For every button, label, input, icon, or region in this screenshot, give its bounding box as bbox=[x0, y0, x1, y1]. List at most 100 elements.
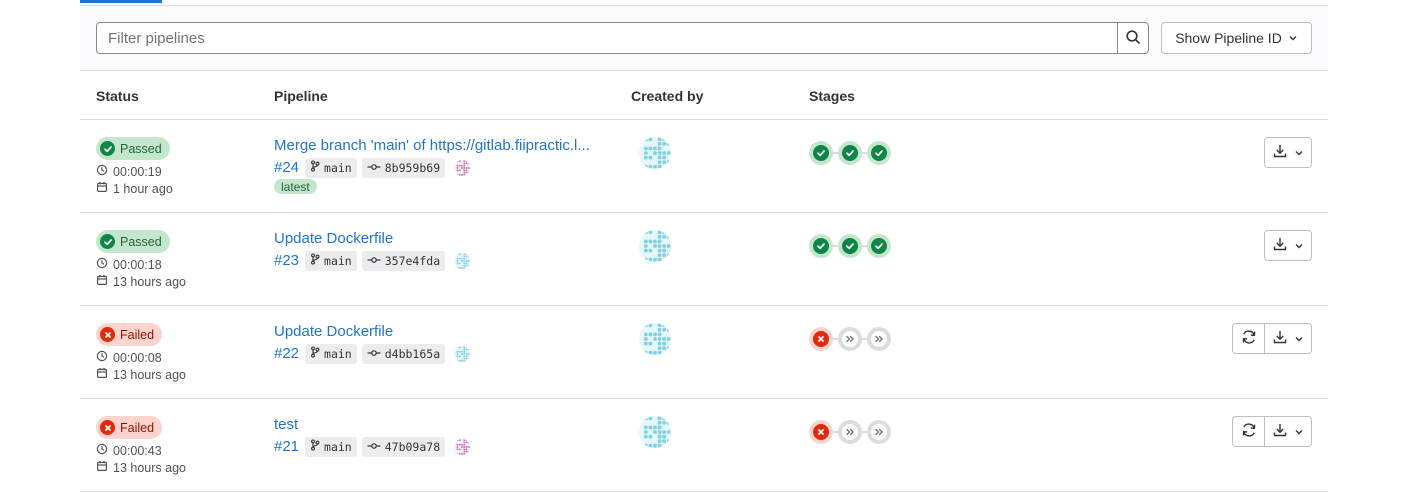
pipeline-stages bbox=[809, 234, 891, 258]
column-header-status: Status bbox=[96, 88, 139, 104]
download-icon bbox=[1272, 236, 1288, 255]
status-success-icon bbox=[871, 238, 887, 254]
retry-icon bbox=[1240, 421, 1258, 442]
download-artifacts-button[interactable] bbox=[1264, 416, 1312, 447]
retry-icon bbox=[1240, 328, 1258, 349]
pipeline-stages bbox=[809, 327, 891, 351]
pipeline-title-link[interactable]: test bbox=[274, 416, 298, 433]
show-pipeline-id-dropdown[interactable]: Show Pipeline ID bbox=[1161, 22, 1312, 54]
branch-ref[interactable]: main bbox=[305, 436, 357, 457]
pipeline-id-link[interactable]: #22 bbox=[274, 345, 299, 362]
dropdown-label: Show Pipeline ID bbox=[1175, 30, 1282, 46]
status-success-icon bbox=[871, 145, 887, 161]
stage-success-button[interactable] bbox=[867, 234, 891, 258]
commit-icon bbox=[367, 161, 381, 175]
pipeline-id-line: #23 main 357e4fda bbox=[274, 250, 471, 271]
pipeline-created: 13 hours ago bbox=[96, 274, 186, 289]
status-success-icon bbox=[842, 145, 858, 161]
commit-sha[interactable]: 8b959b69 bbox=[361, 157, 446, 178]
stage-skipped-button[interactable] bbox=[838, 420, 862, 444]
search-button[interactable] bbox=[1117, 22, 1149, 54]
status-skipped-icon bbox=[842, 424, 858, 440]
status-label: Passed bbox=[120, 234, 162, 249]
chevron-down-icon bbox=[1288, 30, 1298, 46]
status-skipped-icon bbox=[842, 331, 858, 347]
pipeline-title-link[interactable]: Merge branch 'main' of https://gitlab.fi… bbox=[274, 137, 590, 154]
pipeline-row: Passed 00:00:19 1 hour ago Merge branch … bbox=[80, 120, 1328, 213]
commit-sha[interactable]: d4bb165a bbox=[361, 343, 446, 364]
calendar-icon bbox=[96, 460, 108, 475]
stage-success-button[interactable] bbox=[809, 234, 833, 258]
clock-icon bbox=[96, 164, 108, 179]
stage-failed-button[interactable] bbox=[809, 327, 833, 351]
pipeline-title-link[interactable]: Update Dockerfile bbox=[274, 230, 393, 247]
branch-icon bbox=[310, 160, 320, 175]
pipeline-duration: 00:00:08 bbox=[96, 350, 162, 365]
status-success-icon bbox=[842, 238, 858, 254]
pipeline-id-line: #24 main 8b959b69 bbox=[274, 157, 471, 178]
status-failed-icon bbox=[100, 420, 115, 435]
status-badge[interactable]: Failed bbox=[96, 416, 163, 439]
branch-name: main bbox=[324, 346, 352, 361]
download-icon bbox=[1272, 422, 1288, 441]
pipeline-actions bbox=[1264, 230, 1312, 261]
status-badge[interactable]: Failed bbox=[96, 323, 163, 346]
stage-skipped-button[interactable] bbox=[838, 327, 862, 351]
download-icon bbox=[1272, 143, 1288, 162]
pipeline-created: 13 hours ago bbox=[96, 460, 186, 475]
commit-sha-text: d4bb165a bbox=[384, 346, 441, 361]
clock-icon bbox=[96, 350, 108, 365]
retry-button[interactable] bbox=[1232, 416, 1264, 447]
stage-success-button[interactable] bbox=[809, 141, 833, 165]
pipeline-id-link[interactable]: #23 bbox=[274, 252, 299, 269]
duration-text: 00:00:18 bbox=[113, 257, 162, 272]
pipeline-row: Failed 00:00:08 13 hours ago Update Dock… bbox=[80, 306, 1328, 399]
commit-author-avatar[interactable] bbox=[453, 345, 471, 363]
stage-failed-button[interactable] bbox=[809, 420, 833, 444]
branch-ref[interactable]: main bbox=[305, 250, 357, 271]
status-label: Failed bbox=[120, 420, 155, 435]
duration-text: 00:00:43 bbox=[113, 443, 162, 458]
creator-avatar[interactable] bbox=[639, 323, 671, 355]
status-skipped-icon bbox=[871, 331, 887, 347]
commit-icon bbox=[367, 440, 381, 454]
pipeline-created: 13 hours ago bbox=[96, 367, 186, 382]
pipeline-id-link[interactable]: #24 bbox=[274, 159, 299, 176]
download-artifacts-button[interactable] bbox=[1264, 137, 1312, 168]
download-artifacts-button[interactable] bbox=[1264, 230, 1312, 261]
creator-avatar[interactable] bbox=[639, 230, 671, 262]
branch-name: main bbox=[324, 160, 352, 175]
retry-button[interactable] bbox=[1232, 323, 1264, 354]
pipeline-duration: 00:00:43 bbox=[96, 443, 162, 458]
pipeline-title-link[interactable]: Update Dockerfile bbox=[274, 323, 393, 340]
creator-avatar[interactable] bbox=[639, 137, 671, 169]
column-header-pipeline: Pipeline bbox=[274, 88, 328, 104]
calendar-icon bbox=[96, 181, 108, 196]
chevron-down-icon bbox=[1294, 331, 1304, 347]
stage-success-button[interactable] bbox=[838, 141, 862, 165]
commit-sha[interactable]: 47b09a78 bbox=[361, 436, 446, 457]
stage-skipped-button[interactable] bbox=[867, 420, 891, 444]
commit-author-avatar[interactable] bbox=[453, 252, 471, 270]
stage-success-button[interactable] bbox=[867, 141, 891, 165]
commit-author-avatar[interactable] bbox=[453, 159, 471, 177]
download-artifacts-button[interactable] bbox=[1264, 323, 1312, 354]
branch-icon bbox=[310, 346, 320, 361]
branch-ref[interactable]: main bbox=[305, 157, 357, 178]
stage-success-button[interactable] bbox=[838, 234, 862, 258]
status-badge[interactable]: Passed bbox=[96, 137, 170, 160]
pipeline-duration: 00:00:18 bbox=[96, 257, 162, 272]
calendar-icon bbox=[96, 367, 108, 382]
filter-pipelines-input[interactable]: Filter pipelines bbox=[96, 22, 1118, 54]
status-label: Passed bbox=[120, 141, 162, 156]
branch-ref[interactable]: main bbox=[305, 343, 357, 364]
status-badge[interactable]: Passed bbox=[96, 230, 170, 253]
commit-author-avatar[interactable] bbox=[453, 438, 471, 456]
pipeline-id-link[interactable]: #21 bbox=[274, 438, 299, 455]
creator-avatar[interactable] bbox=[639, 416, 671, 448]
calendar-icon bbox=[96, 274, 108, 289]
stage-skipped-button[interactable] bbox=[867, 327, 891, 351]
commit-sha[interactable]: 357e4fda bbox=[361, 250, 446, 271]
active-tab-indicator bbox=[80, 0, 162, 3]
clock-icon bbox=[96, 443, 108, 458]
